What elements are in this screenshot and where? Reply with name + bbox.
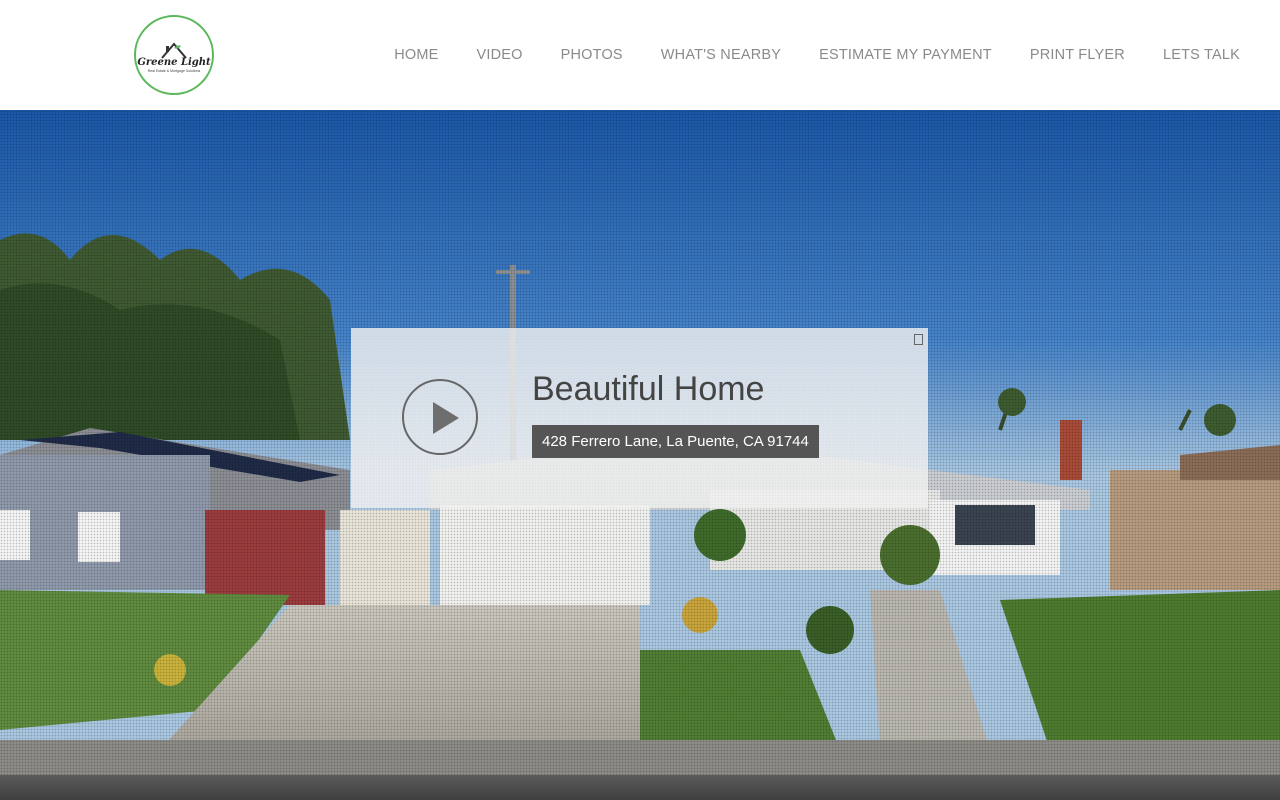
main-nav: HOME VIDEO PHOTOS WHAT'S NEARBY ESTIMATE… <box>394 0 1280 110</box>
play-icon <box>433 402 459 434</box>
nav-lets-talk[interactable]: LETS TALK <box>1163 47 1240 63</box>
nav-home[interactable]: HOME <box>394 47 438 63</box>
logo-name: Greene Light <box>137 56 211 68</box>
logo-tagline: Real Estate & Mortgage Solutions <box>147 68 201 73</box>
nav-video[interactable]: VIDEO <box>477 47 523 63</box>
site-header: Greene Light Real Estate & Mortgage Solu… <box>0 0 1280 110</box>
logo[interactable]: Greene Light Real Estate & Mortgage Solu… <box>134 15 214 95</box>
play-video-button[interactable] <box>402 379 478 455</box>
close-icon[interactable] <box>914 334 923 345</box>
nav-print-flyer[interactable]: PRINT FLYER <box>1030 47 1125 63</box>
property-address: 428 Ferrero Lane, La Puente, CA 91744 <box>532 425 819 458</box>
nav-estimate-my-payment[interactable]: ESTIMATE MY PAYMENT <box>819 47 992 63</box>
bottom-bar <box>0 775 1280 800</box>
property-title: Beautiful Home <box>532 370 765 408</box>
nav-whats-nearby[interactable]: WHAT'S NEARBY <box>661 47 781 63</box>
nav-photos[interactable]: PHOTOS <box>561 47 623 63</box>
property-info-panel: Beautiful Home 428 Ferrero Lane, La Puen… <box>351 328 928 508</box>
